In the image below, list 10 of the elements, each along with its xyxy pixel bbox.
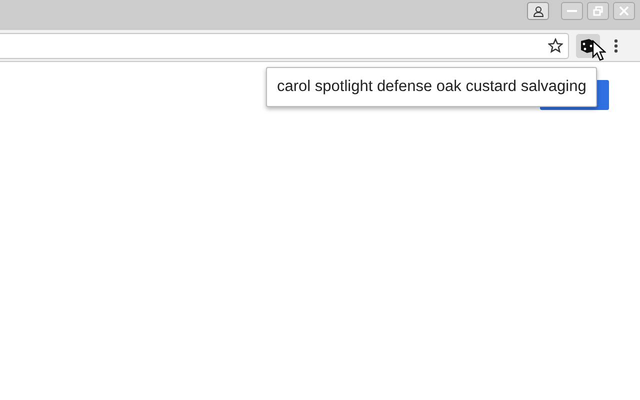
tooltip: carol spotlight defense oak custard salvaging [266, 67, 598, 107]
menu-icon[interactable] [614, 38, 618, 52]
profile-button[interactable] [527, 2, 549, 20]
cursor-icon [592, 40, 606, 62]
person-icon [532, 6, 544, 16]
restore-icon [593, 6, 603, 16]
address-field[interactable] [0, 32, 569, 58]
star-icon[interactable] [548, 38, 563, 53]
minimize-icon [567, 10, 577, 12]
close-icon [619, 6, 629, 16]
